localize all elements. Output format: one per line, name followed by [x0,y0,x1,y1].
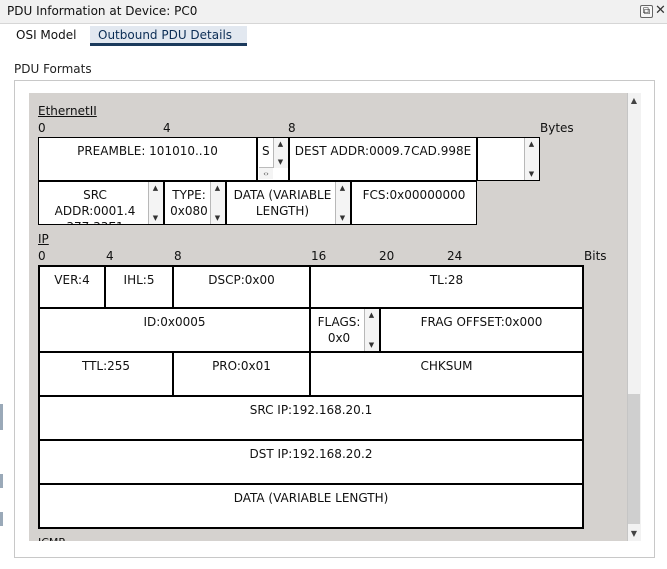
checksum-value: CHKSUM [420,359,473,373]
spin-up-icon[interactable]: ▲ [211,184,224,192]
tab-outbound-pdu-details[interactable]: Outbound PDU Details [90,26,247,46]
field-ethernet-data[interactable]: DATA (VARIABLE LENGTH) ▲ ▼ [226,181,351,225]
frag-offset-value: FRAG OFFSET:0x000 [420,315,543,329]
bit-tick: 20 [379,249,395,263]
field-ver: VER:4 [38,265,106,309]
spin-up-icon[interactable]: ▲ [336,184,349,192]
flags-spinner[interactable]: ▲ ▼ [364,309,379,351]
field-id: ID:0x0005 [38,307,311,353]
ihl-value: IHL:5 [123,273,155,287]
byte-tick: 4 [163,121,171,135]
field-flags[interactable]: FLAGS: 0x0 ▲ ▼ [309,307,381,353]
hscroll-icon[interactable]: ‹› [259,167,273,179]
spin-down-icon[interactable]: ▼ [336,214,349,222]
spin-up-icon[interactable]: ▲ [274,140,287,148]
spin-up-icon[interactable]: ▲ [525,140,538,148]
spin-down-icon[interactable]: ▼ [211,214,224,222]
dscp-value: DSCP:0x00 [208,273,275,287]
window-title: PDU Information at Device: PC0 [7,4,198,18]
bit-tick: 4 [106,249,114,263]
preamble-value: PREAMBLE: 101010..10 [77,144,218,158]
icmp-header: ICMP [38,536,65,541]
spin-down-icon[interactable]: ▼ [525,170,538,178]
field-ip-data: DATA (VARIABLE LENGTH) [38,483,584,529]
field-fcs: FCS:0x00000000 [351,181,477,225]
ethernet-header: EthernetII [38,104,97,118]
sfd-value: S [262,144,270,158]
field-src-ip: SRC IP:192.168.20.1 [38,395,584,441]
src-addr-value: SRC ADDR:0001.4 377.33E1 [54,188,136,224]
field-dscp: DSCP:0x00 [172,265,311,309]
id-value: ID:0x0005 [143,315,206,329]
pdu-formats-label: PDU Formats [14,62,92,76]
type-spinner[interactable]: ▲ ▼ [210,182,225,224]
src-addr-spinner[interactable]: ▲ ▼ [148,182,163,224]
field-preamble: PREAMBLE: 101010..10 [38,137,257,181]
bytes-unit-label: Bytes [540,121,574,135]
field-dst-ip: DST IP:192.168.20.2 [38,439,584,485]
scroll-up-icon[interactable]: ▲ [628,95,640,107]
ttl-value: TTL:255 [81,359,131,373]
sfd-spinner[interactable]: ▲ ▼ [273,138,288,168]
dest-addr-value: DEST ADDR:0009.7CAD.998E [294,144,472,158]
close-icon[interactable]: ✕ [654,4,667,18]
scrollbar-thumb[interactable] [628,394,640,524]
spin-down-icon[interactable]: ▼ [149,214,162,222]
field-spinner[interactable]: ▲ ▼ [524,138,539,180]
spin-up-icon[interactable]: ▲ [365,311,378,319]
scroll-down-icon[interactable]: ▼ [628,528,640,540]
field-protocol: PRO:0x01 [172,351,311,397]
src-ip-value: SRC IP:192.168.20.1 [249,403,373,417]
data-spinner[interactable]: ▲ ▼ [335,182,350,224]
ip-data-value: DATA (VARIABLE LENGTH) [233,491,389,505]
field-ethernet-extra[interactable]: ▲ ▼ [477,137,540,181]
field-dest-addr: DEST ADDR:0009.7CAD.998E [289,137,477,181]
bits-unit-label: Bits [584,249,607,263]
field-ttl: TTL:255 [38,351,174,397]
spin-up-icon[interactable]: ▲ [149,184,162,192]
field-checksum: CHKSUM [309,351,584,397]
fcs-value: FCS:0x00000000 [362,188,466,202]
bit-tick: 8 [174,249,182,263]
bit-tick: 0 [38,249,46,263]
field-sfd[interactable]: S ▲ ▼ ‹› [257,137,289,181]
background-window-edge [0,404,3,430]
byte-tick: 8 [288,121,296,135]
field-frag-offset: FRAG OFFSET:0x000 [379,307,584,353]
spin-down-icon[interactable]: ▼ [274,158,287,166]
protocol-value: PRO:0x01 [212,359,271,373]
ip-header: IP [38,232,49,246]
byte-tick: 0 [38,121,46,135]
background-window-edge [0,474,3,488]
spin-down-icon[interactable]: ▼ [365,341,378,349]
field-tl: TL:28 [309,265,584,309]
field-type[interactable]: TYPE: 0x080 ▲ ▼ [164,181,226,225]
ver-value: VER:4 [54,273,90,287]
restore-icon[interactable]: ⧉ [640,5,653,18]
tab-osi-model[interactable]: OSI Model [8,26,84,46]
tl-value: TL:28 [429,273,464,287]
background-window-edge [0,512,3,526]
field-src-addr[interactable]: SRC ADDR:0001.4 377.33E1 ▲▼ [38,181,164,225]
ethernet-data-value: DATA (VARIABLE LENGTH) [233,188,332,218]
bit-tick: 16 [311,249,327,263]
bit-tick: 24 [447,249,463,263]
field-ihl: IHL:5 [104,265,174,309]
dst-ip-value: DST IP:192.168.20.2 [249,447,373,461]
